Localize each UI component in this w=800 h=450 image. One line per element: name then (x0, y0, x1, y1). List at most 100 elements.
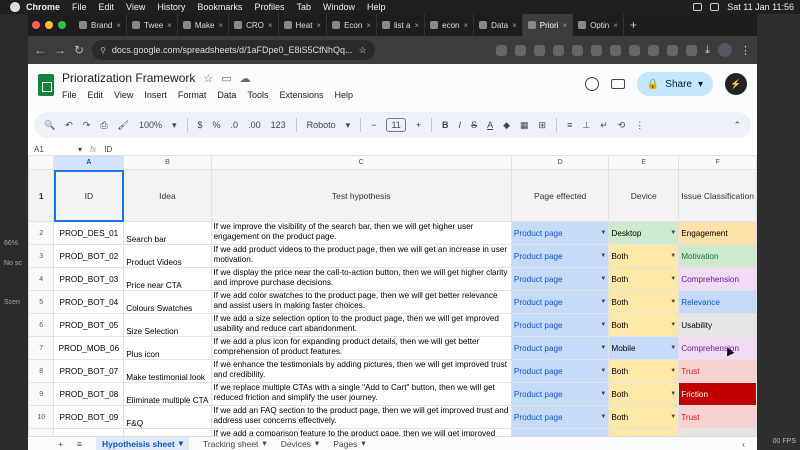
move-folder-icon[interactable]: ▭ (221, 72, 231, 85)
cell-id-header[interactable]: ID (53, 169, 125, 222)
cell-device[interactable]: Both ▼ (608, 313, 680, 337)
chevron-down-icon[interactable]: ▾ (172, 120, 177, 131)
font-select[interactable]: Roboto (307, 120, 336, 130)
cell-id[interactable]: PROD_BOT_05 (53, 313, 125, 337)
more-formats-button[interactable]: 123 (271, 120, 286, 130)
strikethrough-button[interactable]: S (471, 120, 477, 130)
extension-icon[interactable] (610, 44, 622, 56)
browser-tab[interactable]: Priori × (522, 14, 574, 36)
row-number[interactable]: 8 (28, 359, 55, 383)
chevron-down-icon[interactable]: ▾ (346, 120, 351, 131)
docs-menu-item[interactable]: Edit (88, 90, 104, 100)
close-icon[interactable]: × (562, 21, 567, 30)
close-icon[interactable]: × (613, 21, 618, 30)
browser-tab[interactable]: list a × (377, 14, 426, 36)
cell-issue[interactable]: Motivation (678, 244, 757, 268)
rotate-icon[interactable]: ⟲ (618, 120, 626, 131)
merge-cells-icon[interactable]: ⊞ (539, 120, 547, 131)
chevron-down-icon[interactable]: ▾ (361, 438, 365, 449)
column-header[interactable]: C (210, 155, 512, 170)
cell-hypothesis[interactable]: If we add color swatches to the product … (210, 290, 512, 314)
chevron-down-icon[interactable]: ▾ (315, 438, 319, 449)
row-number[interactable]: 7 (28, 336, 55, 360)
browser-tab[interactable]: Econ × (327, 14, 377, 36)
all-sheets-icon[interactable]: ≡ (77, 439, 82, 449)
cell-device-chip[interactable]: Both ▼ (611, 407, 676, 428)
zoom-select[interactable]: 100% (139, 120, 162, 130)
extension-icon[interactable] (686, 44, 698, 56)
cell-device[interactable]: Desktop ▼ (608, 221, 680, 245)
cell-page-chip[interactable]: Product page ▼ (514, 223, 606, 244)
dropdown-arrow-icon[interactable]: ▼ (600, 276, 606, 282)
cell-device-chip[interactable]: Both ▼ (611, 269, 676, 290)
cell-device-chip[interactable]: Both ▼ (611, 384, 676, 405)
mac-menu-item[interactable]: Help (367, 2, 386, 12)
cell-issue[interactable]: Relevance (678, 290, 757, 314)
extension-icon[interactable] (629, 44, 641, 56)
column-header[interactable]: E (608, 155, 680, 170)
mac-menu-item[interactable]: File (72, 2, 87, 12)
extension-icon[interactable] (496, 44, 508, 56)
cell-hypothesis[interactable]: If we enhance the testimonials by adding… (210, 359, 512, 383)
cell-hypothesis-header[interactable]: Test hypothesis (210, 169, 512, 222)
more-tools-icon[interactable]: ⋮ (635, 120, 644, 131)
scroll-tabs-icon[interactable]: ‹ (742, 439, 745, 449)
cell-issue[interactable]: Trust (678, 405, 757, 429)
share-button[interactable]: 🔒 Share ▾ (636, 72, 713, 96)
cell-device-chip[interactable]: Desktop ▼ (611, 223, 676, 244)
text-color-button[interactable]: A (487, 120, 493, 130)
sheet-tab[interactable]: Tracking sheet ▾ (203, 437, 267, 450)
row-number[interactable]: 1 (28, 169, 55, 222)
cell-page-chip[interactable]: Product page ▼ (514, 246, 606, 267)
browser-tab[interactable]: Twee × (127, 14, 178, 36)
row-number[interactable]: 10 (28, 405, 55, 429)
cell-page-chip[interactable]: Product page ▼ (514, 338, 606, 359)
browser-tab[interactable]: Data × (474, 14, 523, 36)
bold-button[interactable]: B (442, 120, 449, 130)
cell-issue[interactable]: Friction (678, 382, 757, 406)
wrap-icon[interactable]: ↵ (600, 120, 608, 131)
cell-page[interactable]: Product page ▼ (510, 244, 610, 268)
extension-icon[interactable] (553, 44, 565, 56)
minimize-window-icon[interactable] (45, 21, 53, 29)
cell-device[interactable]: Both ▼ (608, 267, 680, 291)
sheet-tab[interactable]: Devices ▾ (281, 437, 320, 450)
dropdown-arrow-icon[interactable]: ▼ (670, 368, 676, 374)
cell-idea[interactable]: Size Selection (123, 313, 212, 337)
profile-avatar[interactable] (718, 43, 732, 57)
cell-issue[interactable]: Trust (678, 359, 757, 383)
mac-menu-item[interactable]: History (157, 2, 185, 12)
undo-icon[interactable]: ↶ (65, 120, 73, 131)
cell-id[interactable]: PROD_BOT_03 (53, 267, 125, 291)
cell-hypothesis[interactable]: If we add an FAQ section to the product … (210, 405, 512, 429)
mac-menu-item[interactable]: Bookmarks (197, 2, 242, 12)
borders-icon[interactable]: ▦ (520, 120, 529, 131)
font-size-increase[interactable]: + (416, 120, 421, 130)
cell-hypothesis[interactable]: If we replace multiple CTAs with a singl… (210, 382, 512, 406)
browser-tab[interactable]: CRO × (229, 14, 279, 36)
close-icon[interactable]: × (414, 21, 419, 30)
cell-issue[interactable]: Usability (678, 313, 757, 337)
cell-device[interactable]: Both ▼ (608, 290, 680, 314)
cell-hypothesis[interactable]: If we add a plus icon for expanding prod… (210, 336, 512, 360)
cell-page-chip[interactable]: Product page ▼ (514, 292, 606, 313)
row-number[interactable]: 2 (28, 221, 55, 245)
dropdown-arrow-icon[interactable]: ▼ (670, 276, 676, 282)
cell-device[interactable]: Both ▼ (608, 359, 680, 383)
browser-tab[interactable]: Heat × (279, 14, 328, 36)
row-number[interactable]: 9 (28, 382, 55, 406)
row-number[interactable]: 3 (28, 244, 55, 268)
cell-device[interactable]: Both ▼ (608, 382, 680, 406)
cell-id[interactable]: PROD_DES_01 (53, 221, 125, 245)
cell-page[interactable]: Product page ▼ (510, 336, 610, 360)
extension-icon[interactable] (515, 44, 527, 56)
cell-page[interactable]: Product page ▼ (510, 221, 610, 245)
docs-menu-item[interactable]: Insert (144, 90, 167, 100)
battery-icon[interactable] (710, 3, 720, 11)
chevron-down-icon[interactable]: ▾ (262, 438, 266, 449)
cell-idea[interactable]: Make testimonial look (123, 359, 212, 383)
cell-hypothesis[interactable]: If we add product videos to the product … (210, 244, 512, 268)
reload-icon[interactable]: ↻ (74, 43, 84, 57)
dropdown-arrow-icon[interactable]: ▼ (600, 391, 606, 397)
cell-issue[interactable]: Comprehension (678, 336, 757, 360)
